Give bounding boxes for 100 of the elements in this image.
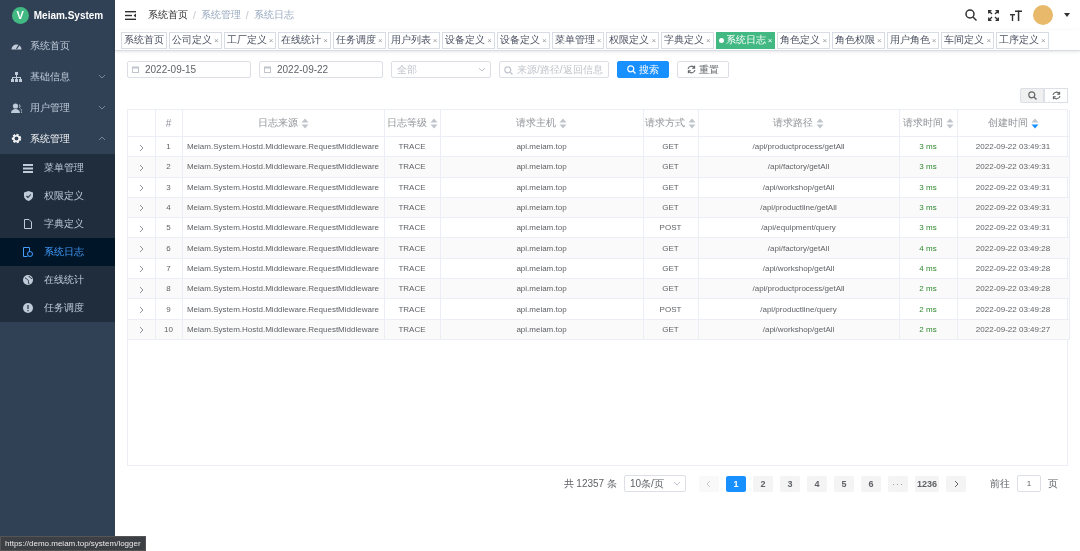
caret-icon[interactable] <box>1064 13 1070 17</box>
close-button[interactable]: × <box>931 35 937 45</box>
date-field[interactable]: 2022-09-22 <box>259 61 383 78</box>
font-size-icon[interactable] <box>1010 9 1022 21</box>
sort-icon[interactable] <box>429 117 438 129</box>
page-tab[interactable]: 菜单管理 × <box>551 31 605 49</box>
expand-icon[interactable] <box>137 143 145 151</box>
close-button[interactable]: × <box>1041 35 1046 45</box>
expand-icon[interactable] <box>137 305 145 313</box>
sitemap-icon <box>10 71 22 82</box>
close-button[interactable]: × <box>706 35 711 45</box>
fullscreen-icon[interactable] <box>988 9 999 21</box>
list-icon <box>23 163 33 173</box>
page-input[interactable]: 1 <box>1017 475 1041 492</box>
sort-icon[interactable] <box>816 117 824 129</box>
date-field[interactable]: 2022-09-15 <box>127 61 251 78</box>
expand-icon[interactable] <box>137 224 145 232</box>
table-cell: 2022-09-22 03:49:28 <box>957 298 1069 320</box>
menu-item[interactable]: 在线统计 <box>0 266 115 294</box>
sort-icon[interactable] <box>559 117 567 129</box>
menu-item[interactable]: 任务调度 <box>0 294 115 322</box>
close-button[interactable]: × <box>877 35 882 45</box>
close-button[interactable]: × <box>986 35 992 45</box>
close-button[interactable]: × <box>268 35 274 45</box>
expand-icon[interactable] <box>137 184 145 192</box>
page-tab[interactable]: 在线统计 × <box>278 31 331 49</box>
page-button[interactable]: 3 <box>779 475 800 492</box>
breadcrumb-link[interactable]: 系统首页 <box>148 8 188 22</box>
search-toggle-button[interactable] <box>1020 88 1044 103</box>
column-header[interactable]: 请求时间 <box>902 116 954 130</box>
refresh-button[interactable] <box>1044 88 1068 103</box>
menu-item[interactable]: 用户管理 <box>0 92 115 123</box>
expand-icon[interactable] <box>137 326 145 334</box>
page-size-select[interactable]: 10条/页 <box>623 475 686 492</box>
expand-icon[interactable] <box>137 204 145 212</box>
menu-item[interactable]: 权限定义 <box>0 182 115 210</box>
page-tab[interactable]: 任务调度 × <box>333 31 386 49</box>
page-button[interactable]: 4 <box>806 475 827 492</box>
column-header[interactable]: 请求路径 <box>773 116 824 130</box>
breadcrumb-separator: / <box>245 9 249 21</box>
page-tab[interactable]: 字典定义 × <box>661 31 714 49</box>
sort-icon[interactable] <box>1030 117 1039 129</box>
table-cell: TRACE <box>384 136 440 157</box>
table-cell: POST <box>643 217 698 238</box>
refresh-icon <box>687 65 696 74</box>
search-icon <box>504 66 513 75</box>
menu-icon[interactable] <box>125 10 136 20</box>
menu-item[interactable]: 基础信息 <box>0 61 115 92</box>
table-cell: 3 <box>155 177 182 198</box>
page-tab[interactable]: 用户角色 × <box>886 31 940 49</box>
menu-item[interactable]: 系统管理 <box>0 123 115 154</box>
search-button[interactable]: 搜索 <box>617 61 669 78</box>
column-header[interactable]: 创建时间 <box>987 116 1039 130</box>
column-header[interactable]: 请求方式 <box>645 116 696 130</box>
page-tab[interactable]: 工序定义 × <box>996 31 1049 49</box>
page-button[interactable]: 1 <box>725 475 746 492</box>
table-cell: /api/equipment/query <box>698 217 899 238</box>
close-button[interactable]: × <box>432 35 438 45</box>
close-button[interactable]: × <box>651 35 657 45</box>
expand-icon[interactable] <box>137 265 145 273</box>
sort-icon[interactable] <box>688 117 696 129</box>
search-icon[interactable] <box>965 9 977 21</box>
column-header[interactable]: 日志等级 <box>386 116 438 130</box>
page-tab[interactable]: 设备定义 × <box>497 31 550 49</box>
reset-button[interactable]: 重置 <box>677 61 729 78</box>
page-button[interactable]: 2 <box>752 475 773 492</box>
sort-icon[interactable] <box>945 117 954 129</box>
page-tab[interactable]: 权限定义 × <box>606 31 660 49</box>
close-button[interactable]: × <box>214 35 219 45</box>
menu-item[interactable]: 字典定义 <box>0 210 115 238</box>
menu-item[interactable]: 菜单管理 <box>0 154 115 182</box>
close-button[interactable]: × <box>596 35 602 45</box>
expand-icon[interactable] <box>137 245 145 252</box>
page-tab[interactable]: 角色定义 × <box>777 31 831 49</box>
menu-item[interactable]: 系统首页 <box>0 30 115 61</box>
page-tab[interactable]: 公司定义 × <box>169 31 222 49</box>
close-button[interactable]: × <box>378 35 383 45</box>
page-button[interactable]: 6 <box>860 475 881 492</box>
close-button[interactable]: × <box>822 35 828 45</box>
sort-icon[interactable] <box>300 117 309 129</box>
page-button[interactable]: 1236 <box>914 475 939 492</box>
page-tab[interactable]: 车间定义 × <box>941 31 995 49</box>
more-pages-button[interactable]: ··· <box>887 475 908 492</box>
page-tab[interactable]: 工厂定义 × <box>223 31 277 49</box>
page-tab[interactable]: 设备定义 × <box>442 31 496 49</box>
avatar[interactable] <box>1033 5 1053 25</box>
status-url: https://demo.meiam.top/system/logger <box>5 539 141 548</box>
page-tab[interactable]: 用户列表 × <box>387 31 441 49</box>
expand-icon[interactable] <box>137 285 145 293</box>
table-cell: api.meiam.top <box>440 177 643 198</box>
close-button[interactable]: × <box>487 35 493 45</box>
close-button[interactable]: × <box>323 35 328 45</box>
close-button[interactable]: × <box>542 35 547 45</box>
column-header[interactable]: 日志来源 <box>257 116 309 130</box>
page-button[interactable]: 5 <box>833 475 854 492</box>
page-tab[interactable]: 系统首页 <box>121 31 167 49</box>
menu-item[interactable]: 系统日志 <box>0 238 115 266</box>
expand-icon[interactable] <box>137 163 145 171</box>
page-tab[interactable]: 角色权限 × <box>832 31 885 49</box>
column-header[interactable]: 请求主机 <box>516 116 567 130</box>
